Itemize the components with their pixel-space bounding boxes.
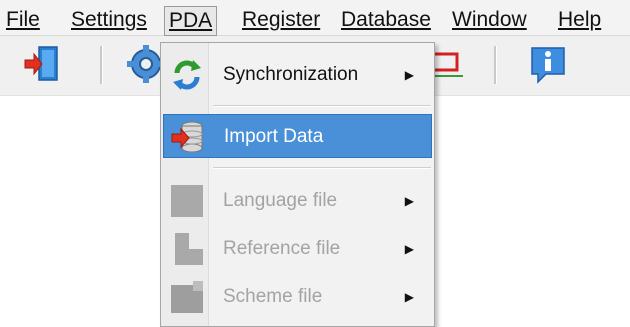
language-file-icon	[169, 183, 205, 219]
menu-item-import-data[interactable]: Import Data	[163, 114, 432, 158]
menu-database[interactable]: Database	[337, 7, 435, 33]
menu-item-label: Synchronization	[223, 64, 359, 85]
menu-item-label: Import Data	[224, 126, 324, 147]
menu-bar: File Settings PDA Register Database Wind…	[0, 0, 630, 36]
menu-help-label: Help	[558, 8, 602, 31]
menu-file-label: File	[6, 8, 40, 31]
exit-button[interactable]	[22, 44, 62, 84]
menu-item-synchronization[interactable]: Synchronization ▶	[163, 53, 432, 97]
menu-item-reference-file[interactable]: Reference file ▶	[163, 227, 432, 271]
menu-register-label: Register	[242, 8, 321, 31]
submenu-arrow-icon: ▶	[404, 68, 414, 82]
menu-database-label: Database	[341, 8, 431, 31]
menu-help[interactable]: Help	[554, 7, 605, 33]
info-icon	[531, 47, 565, 84]
menu-separator	[213, 167, 431, 169]
menu-pda-label: PDA	[169, 9, 213, 32]
menu-window[interactable]: Window	[448, 7, 531, 33]
database-import-icon	[170, 119, 206, 155]
toolbar-separator	[100, 46, 103, 84]
network-button[interactable]	[435, 44, 475, 84]
menu-settings-label: Settings	[71, 8, 147, 31]
menu-register[interactable]: Register	[238, 7, 324, 33]
exit-door-icon	[24, 46, 58, 81]
menu-item-language-file[interactable]: Language file ▶	[163, 179, 432, 223]
sync-icon	[169, 57, 205, 93]
menu-settings[interactable]: Settings	[67, 7, 151, 33]
submenu-arrow-icon: ▶	[404, 290, 414, 304]
network-icon	[435, 52, 463, 77]
menu-window-label: Window	[452, 8, 527, 31]
menu-item-label: Scheme file	[223, 286, 323, 307]
reference-file-icon	[169, 231, 205, 267]
menu-file[interactable]: File	[2, 7, 44, 33]
pda-dropdown-menu: Synchronization ▶ Import Data Language f…	[160, 42, 435, 327]
menu-pda[interactable]: PDA	[164, 6, 218, 36]
scheme-file-icon	[169, 279, 205, 315]
menu-item-label: Language file	[223, 190, 338, 211]
menu-item-scheme-file[interactable]: Scheme file ▶	[163, 275, 432, 319]
submenu-arrow-icon: ▶	[404, 242, 414, 256]
menu-item-label: Reference file	[223, 238, 341, 259]
toolbar-separator	[494, 46, 497, 84]
submenu-arrow-icon: ▶	[404, 194, 414, 208]
info-button[interactable]	[528, 44, 568, 84]
menu-separator	[213, 105, 431, 107]
